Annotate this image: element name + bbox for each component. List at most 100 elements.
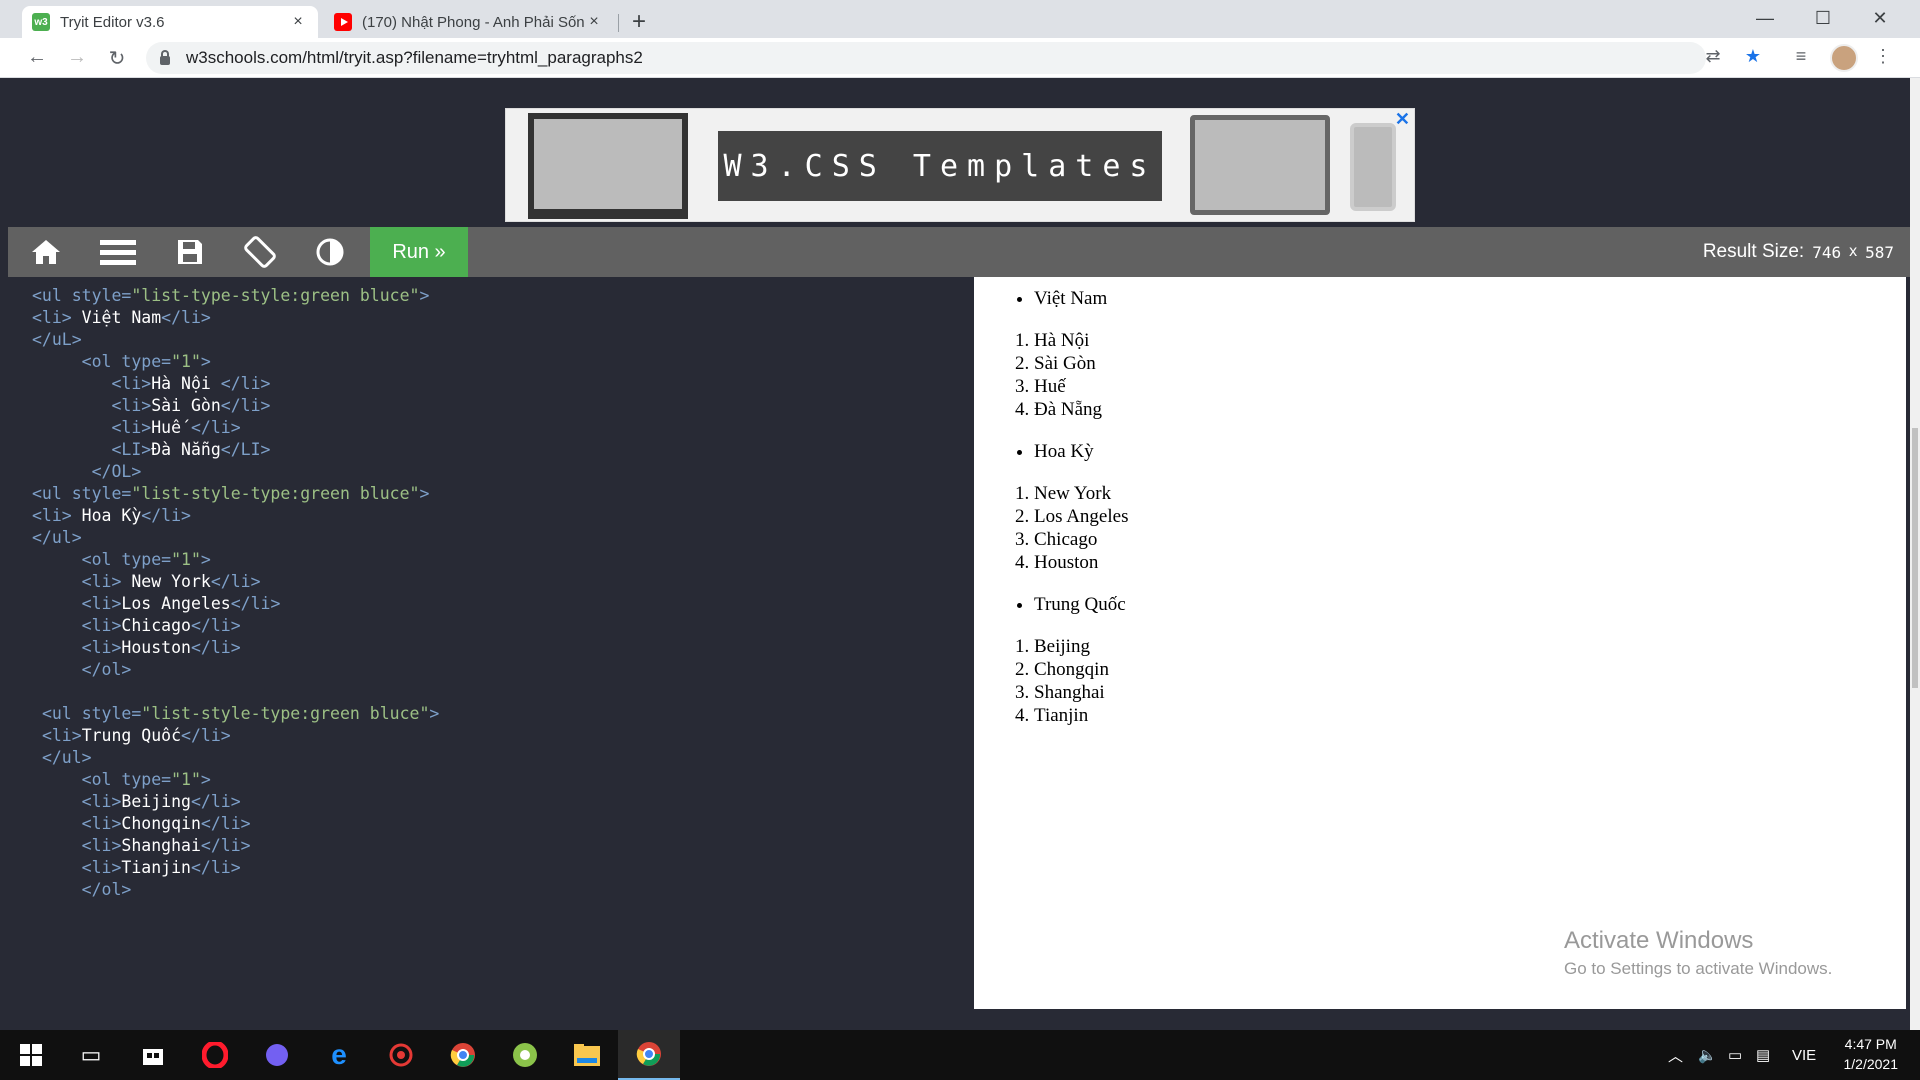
result-size-indicator: Result Size: 746 x 587 [1703, 227, 1894, 277]
close-tab-icon[interactable]: × [288, 13, 308, 31]
code-line: <li>Hà Nội </li> [32, 373, 962, 395]
translate-icon[interactable]: ⇄ [1700, 46, 1726, 67]
tablet-image [1190, 115, 1330, 215]
code-attr-value: "list-style-type:green bluce" [141, 704, 430, 723]
page-scrollbar[interactable] [1910, 78, 1920, 1030]
input-language[interactable]: VIE [1792, 1030, 1816, 1080]
tab-title: Tryit Editor v3.6 [60, 13, 165, 31]
browser-toolbar: ← → ↻ w3schools.com/html/tryit.asp?filen… [0, 38, 1920, 78]
tray-chevron-icon[interactable]: ︿ [1668, 1030, 1683, 1080]
code-tag: </li> [200, 814, 251, 833]
back-arrow-icon[interactable]: ← [24, 46, 50, 69]
code-text: Tianjin [121, 858, 191, 877]
new-tab-button[interactable]: + [632, 10, 646, 34]
code-tag: </LI> [220, 440, 271, 459]
code-text: Chicago [121, 616, 191, 635]
menu-hamburger-icon[interactable] [88, 227, 148, 277]
ad-close-icon[interactable]: ✕ [1395, 109, 1410, 130]
code-line: <li> Việt Nam</li> [32, 307, 962, 329]
file-explorer-icon[interactable] [556, 1030, 618, 1080]
code-tag: <li> [81, 836, 122, 855]
code-attr-value: "1" [171, 352, 201, 371]
browser-tabstrip: w3 Tryit Editor v3.6 × (170) Nhật Phong … [0, 0, 1920, 38]
result-bullet-list: Hoa Kỳ [1034, 440, 1906, 463]
code-tag: <LI> [111, 440, 152, 459]
pane-divider[interactable] [962, 277, 974, 1009]
profile-avatar[interactable] [1830, 44, 1858, 72]
task-view-icon[interactable]: ▭ [60, 1030, 122, 1080]
code-tag: > [200, 550, 211, 569]
url-text: w3schools.com/html/tryit.asp?filename=tr… [186, 48, 643, 67]
theme-contrast-icon[interactable] [300, 227, 360, 277]
code-line: <li>Tianjin</li> [32, 857, 962, 879]
result-width: 746 [1812, 242, 1842, 262]
code-tag: </li> [190, 792, 241, 811]
code-text: Hà Nội [151, 374, 221, 393]
code-tag: </li> [190, 858, 241, 877]
bookmark-star-icon[interactable]: ★ [1740, 46, 1766, 67]
result-list-item: Chicago [1034, 528, 1906, 551]
home-icon[interactable] [16, 227, 76, 277]
code-line: <LI>Đà Nẵng</LI> [32, 439, 962, 461]
rotate-orientation-icon[interactable] [230, 227, 290, 277]
code-tag: </li> [190, 418, 241, 437]
tryit-page: W3.CSS Templates ✕ Run » Result Size: 74… [8, 78, 1912, 1022]
code-tag: <ul [41, 704, 82, 723]
menu-kebab-icon[interactable]: ⋮ [1870, 46, 1896, 67]
code-tag: <li> [32, 506, 72, 525]
windows-start-icon[interactable] [0, 1030, 62, 1080]
maximize-button[interactable]: ☐ [1803, 8, 1843, 29]
volume-icon[interactable]: 🔈 [1698, 1030, 1717, 1080]
coccoc-browser-icon[interactable] [494, 1030, 556, 1080]
code-tag: <li> [41, 726, 82, 745]
code-tag: </ul> [41, 748, 92, 767]
code-line: <li>Houston</li> [32, 637, 962, 659]
code-text: Shanghai [121, 836, 201, 855]
run-button[interactable]: Run » [370, 227, 468, 277]
code-text: Beijing [121, 792, 191, 811]
save-icon[interactable] [160, 227, 220, 277]
code-editor[interactable]: <ul style="list-type-style:green bluce">… [22, 277, 962, 1009]
code-tag: type= [121, 550, 172, 569]
advertisement-banner[interactable]: W3.CSS Templates ✕ [505, 108, 1415, 222]
address-bar[interactable]: w3schools.com/html/tryit.asp?filename=tr… [146, 42, 1706, 74]
code-line: <li>Sài Gòn</li> [32, 395, 962, 417]
code-tag: <ol [81, 550, 122, 569]
result-list-item: Chongqin [1034, 658, 1906, 681]
result-list-item: New York [1034, 482, 1906, 505]
code-tag: <ul [32, 286, 72, 305]
code-line: <ol type="1"> [32, 769, 962, 791]
opera-browser-icon[interactable] [184, 1030, 246, 1080]
notification-message-icon[interactable]: ▤ [1756, 1030, 1770, 1080]
code-tag: <li> [32, 308, 72, 327]
edge-browser-icon[interactable]: e [308, 1030, 370, 1080]
watermark-subtitle: Go to Settings to activate Windows. [1564, 959, 1833, 978]
reload-icon[interactable]: ↻ [104, 46, 130, 71]
code-attr-value: "list-type-style:green bluce" [131, 286, 420, 305]
chrome-icon[interactable] [432, 1030, 494, 1080]
minimize-button[interactable]: — [1745, 8, 1785, 29]
result-list-item: Hà Nội [1034, 329, 1906, 352]
chrome-active-window-icon[interactable] [618, 1030, 680, 1080]
media-queue-icon[interactable]: ≡ [1788, 46, 1814, 67]
tab-tryit-editor[interactable]: w3 Tryit Editor v3.6 × [22, 6, 318, 38]
battery-icon[interactable]: ▭ [1728, 1030, 1742, 1080]
tab-title: (170) Nhật Phong - Anh Phải Sống [362, 13, 584, 31]
code-tag: </li> [190, 638, 241, 657]
scrollbar-thumb[interactable] [1912, 428, 1918, 688]
close-tab-icon[interactable]: × [584, 13, 604, 31]
security-app-icon[interactable] [370, 1030, 432, 1080]
code-tag: > [200, 352, 211, 371]
close-window-button[interactable]: ✕ [1860, 8, 1900, 29]
store-icon[interactable] [122, 1030, 184, 1080]
tab-youtube[interactable]: (170) Nhật Phong - Anh Phải Sống × [324, 6, 614, 38]
system-clock[interactable]: 4:47 PM 1/2/2021 [1844, 1034, 1899, 1074]
viber-icon[interactable] [246, 1030, 308, 1080]
forward-arrow-icon[interactable]: → [64, 46, 90, 69]
